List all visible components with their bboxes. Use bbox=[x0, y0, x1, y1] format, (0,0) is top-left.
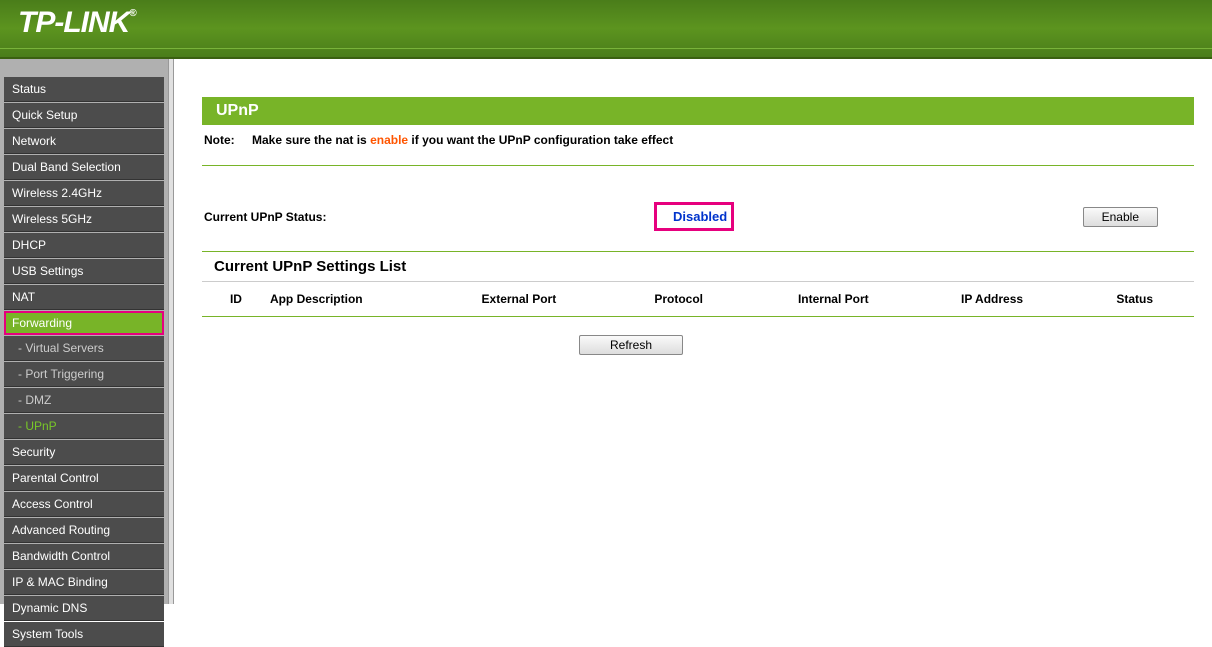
note-row: Note: Make sure the nat is enable if you… bbox=[202, 125, 1194, 155]
sidebar-item[interactable]: Wireless 5GHz bbox=[4, 207, 164, 232]
status-row: Current UPnP Status: Disabled Enable bbox=[202, 176, 1194, 251]
sidebar-item[interactable]: System Tools bbox=[4, 622, 164, 647]
main-content: UPnP Note: Make sure the nat is enable i… bbox=[174, 59, 1212, 604]
sidebar-item[interactable]: NAT bbox=[4, 285, 164, 310]
refresh-button[interactable]: Refresh bbox=[579, 335, 683, 355]
sidebar-item[interactable]: Dynamic DNS bbox=[4, 596, 164, 621]
sidebar-item[interactable]: Bandwidth Control bbox=[4, 544, 164, 569]
col-ext: External Port bbox=[482, 292, 655, 306]
sidebar-item[interactable]: DHCP bbox=[4, 233, 164, 258]
sidebar-item[interactable]: Network bbox=[4, 129, 164, 154]
col-proto: Protocol bbox=[654, 292, 798, 306]
col-status: Status bbox=[1116, 292, 1194, 306]
sidebar-item[interactable]: Dual Band Selection bbox=[4, 155, 164, 180]
sidebar-sub-item[interactable]: - DMZ bbox=[4, 388, 164, 413]
sidebar-item[interactable]: Parental Control bbox=[4, 466, 164, 491]
status-value: Disabled bbox=[654, 202, 734, 231]
table-header: ID App Description External Port Protoco… bbox=[202, 282, 1194, 317]
sidebar-item[interactable]: IP & MAC Binding bbox=[4, 570, 164, 595]
sidebar-sub-item[interactable]: - Virtual Servers bbox=[4, 336, 164, 361]
status-label: Current UPnP Status: bbox=[204, 210, 654, 224]
col-ip: IP Address bbox=[961, 292, 1116, 306]
sidebar-item[interactable]: Security bbox=[4, 440, 164, 465]
sidebar-nav: StatusQuick SetupNetworkDual Band Select… bbox=[0, 59, 168, 604]
sidebar-sub-item[interactable]: - UPnP bbox=[4, 414, 164, 439]
brand-logo: TP-LINK® bbox=[18, 6, 136, 40]
sidebar-item[interactable]: Access Control bbox=[4, 492, 164, 517]
enable-button[interactable]: Enable bbox=[1083, 207, 1158, 227]
col-int: Internal Port bbox=[798, 292, 961, 306]
sidebar-item[interactable]: Advanced Routing bbox=[4, 518, 164, 543]
sidebar-item[interactable]: USB Settings bbox=[4, 259, 164, 284]
top-header: TP-LINK® bbox=[0, 0, 1212, 59]
sidebar-item[interactable]: Wireless 2.4GHz bbox=[4, 181, 164, 206]
divider-line bbox=[202, 165, 1194, 166]
sidebar-item[interactable]: Status bbox=[4, 77, 164, 102]
note-label: Note: bbox=[204, 133, 235, 147]
list-title: Current UPnP Settings List bbox=[202, 251, 1194, 282]
col-app: App Description bbox=[270, 292, 482, 306]
col-id: ID bbox=[202, 292, 270, 306]
sidebar-sub-item[interactable]: - Port Triggering bbox=[4, 362, 164, 387]
sidebar-item[interactable]: Forwarding bbox=[4, 311, 164, 335]
page-title: UPnP bbox=[202, 97, 1194, 125]
note-text: Make sure the nat is enable if you want … bbox=[252, 133, 673, 147]
sidebar-item[interactable]: Quick Setup bbox=[4, 103, 164, 128]
